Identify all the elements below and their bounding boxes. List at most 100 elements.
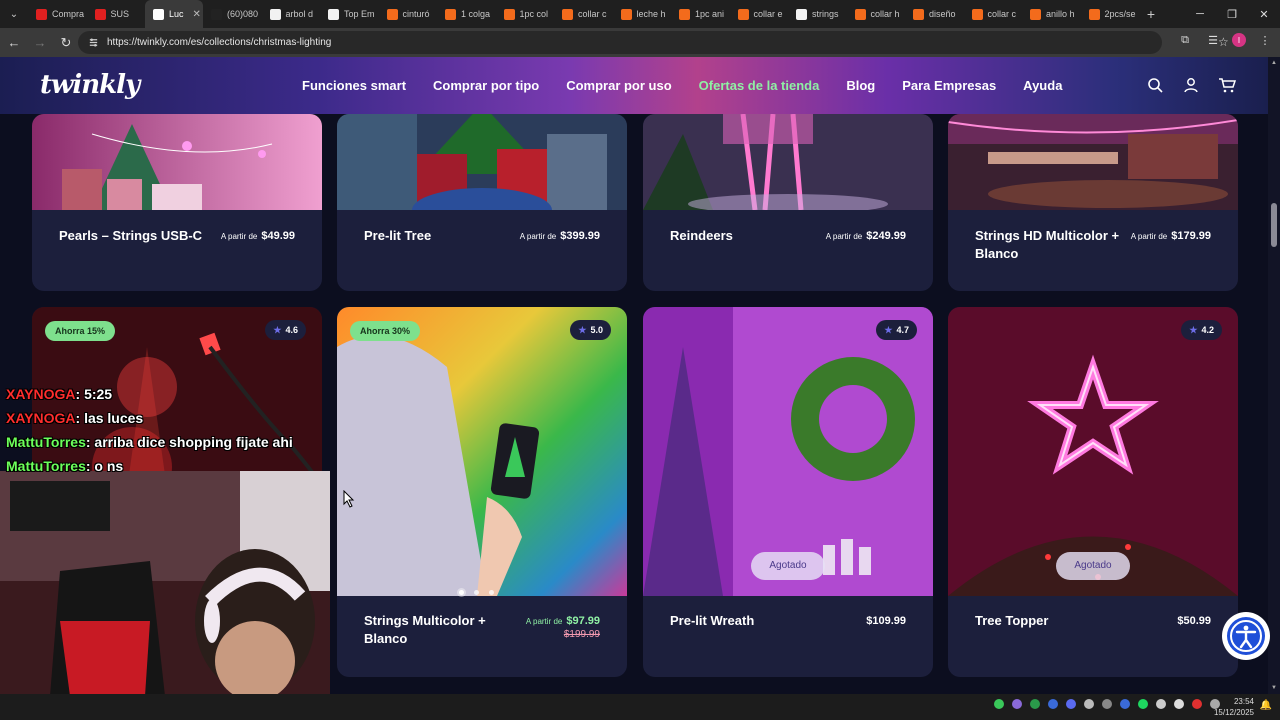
nav-store-offers[interactable]: Ofertas de la tienda <box>699 78 820 93</box>
browser-tab[interactable]: leche h <box>613 0 672 28</box>
browser-tab[interactable]: collar c <box>964 0 1023 28</box>
discount-badge: Ahorra 15% <box>45 321 116 341</box>
back-button[interactable]: ← <box>2 31 26 55</box>
original-price: $199.99 <box>563 629 600 640</box>
profile-avatar[interactable]: I <box>1232 33 1246 47</box>
notification-bell-icon[interactable]: 🔔 <box>1260 700 1272 711</box>
browser-tab[interactable]: 1 colga <box>437 0 496 28</box>
tab-title: arbol d <box>285 9 314 19</box>
browser-tab[interactable]: Luc ✕ <box>145 0 203 28</box>
star-icon: ★ <box>1189 325 1198 335</box>
new-tab-button[interactable]: + <box>1139 6 1163 22</box>
reload-button[interactable]: ↻ <box>54 31 78 55</box>
restore-button[interactable]: ❐ <box>1216 0 1248 28</box>
scroll-down-arrow-icon[interactable]: ▼ <box>1271 685 1277 691</box>
search-icon[interactable] <box>1146 76 1164 94</box>
nav-shop-by-type[interactable]: Comprar por tipo <box>433 78 539 93</box>
product-name[interactable]: Pearls – Strings USB-C <box>59 227 209 245</box>
tab-title: Compra <box>52 9 85 19</box>
tab-title: 1pc ani <box>695 9 725 19</box>
product-card-prelit-tree[interactable]: Pre-lit Tree A partir de $399.99 <box>337 114 627 291</box>
tab-favicon-icon <box>328 8 339 20</box>
nav-business[interactable]: Para Empresas <box>902 78 996 93</box>
product-name[interactable]: Pre-lit Tree <box>364 227 431 245</box>
tab-favicon-icon <box>620 8 632 20</box>
browser-tab[interactable]: (60)080 <box>203 0 262 28</box>
microphone-icon[interactable] <box>1084 699 1094 709</box>
product-card-pearls[interactable]: Pearls – Strings USB-C A partir de $49.99 <box>32 114 322 291</box>
minimize-button[interactable]: ─ <box>1184 0 1216 28</box>
scrollbar-thumb[interactable] <box>1271 203 1277 247</box>
product-name[interactable]: Strings HD Multicolor + Blanco <box>975 227 1135 263</box>
product-name[interactable]: Strings Multicolor + Blanco <box>364 612 504 648</box>
price-value: $49.99 <box>261 230 295 242</box>
tray-app-icon[interactable] <box>1030 699 1040 709</box>
tab-search-button[interactable]: ⌄ <box>0 0 28 28</box>
tab-favicon-icon <box>913 8 924 20</box>
tray-app-icon[interactable] <box>1012 699 1022 709</box>
browser-tab[interactable]: collar h <box>847 0 906 28</box>
browser-tab[interactable]: 1pc ani <box>671 0 730 28</box>
tray-app-icon[interactable] <box>1102 699 1112 709</box>
tray-app-icon[interactable] <box>1048 699 1058 709</box>
nav-help[interactable]: Ayuda <box>1023 78 1062 93</box>
browser-tab[interactable]: cinturó <box>379 0 438 28</box>
carousel-dot[interactable] <box>489 590 494 595</box>
browser-tab[interactable]: 2pcs/se <box>1081 0 1140 28</box>
browser-tab[interactable]: 1pc col <box>496 0 555 28</box>
browser-tab[interactable]: SUS <box>87 0 146 28</box>
chat-message: XAYNOGA: las luces <box>6 406 336 430</box>
browser-tab[interactable]: Top Em <box>320 0 379 28</box>
account-icon[interactable] <box>1182 76 1200 94</box>
rating-badge: ★ 4.6 <box>265 320 306 340</box>
nav-smart-features[interactable]: Funciones smart <box>302 78 406 93</box>
chat-username: XAYNOGA <box>6 386 76 402</box>
twinkly-logo[interactable]: twinkly <box>40 70 140 100</box>
scroll-up-arrow-icon[interactable]: ▲ <box>1271 60 1277 66</box>
product-card-strings-multicolor[interactable]: Ahorra 30% ★ 5.0 Strings Multicolor + Bla… <box>337 307 627 677</box>
chat-username: MattuTorres <box>6 434 86 450</box>
browser-menu-icon[interactable]: ⋮ <box>1256 31 1274 49</box>
tray-app-icon[interactable] <box>994 699 1004 709</box>
close-tab-icon[interactable]: ✕ <box>193 9 201 20</box>
product-card-tree-topper[interactable]: ★ 4.2 Agotado Tree Topper $50.99 <box>948 307 1238 677</box>
spotify-icon[interactable] <box>1138 699 1148 709</box>
browser-tab[interactable]: Compra <box>28 0 87 28</box>
tab-title: collar e <box>753 9 783 19</box>
nav-shop-by-use[interactable]: Comprar por uso <box>566 78 671 93</box>
browser-tab[interactable]: anillo h <box>1022 0 1081 28</box>
nav-blog[interactable]: Blog <box>846 78 875 93</box>
address-bar[interactable]: https://twinkly.com/es/collections/chris… <box>78 31 1229 54</box>
volume-icon[interactable] <box>1174 699 1184 709</box>
network-icon[interactable] <box>1156 699 1166 709</box>
site-info-icon[interactable] <box>88 37 99 48</box>
extensions-icon[interactable]: ⧉ <box>1176 31 1194 49</box>
product-name[interactable]: Reindeers <box>670 227 733 245</box>
tray-app-icon[interactable] <box>1120 699 1130 709</box>
product-card-strings-hd[interactable]: Strings HD Multicolor + Blanco A partir … <box>948 114 1238 291</box>
product-name[interactable]: Tree Topper <box>975 612 1048 630</box>
tab-title: 1pc col <box>519 9 549 19</box>
carousel-dot[interactable] <box>459 590 464 595</box>
reading-list-icon[interactable]: ☰ <box>1204 31 1222 49</box>
browser-tab[interactable]: collar e <box>730 0 789 28</box>
close-window-button[interactable]: ✕ <box>1248 0 1280 28</box>
forward-button[interactable]: → <box>28 31 52 55</box>
browser-tab[interactable]: collar c <box>554 0 613 28</box>
product-card-prelit-wreath[interactable]: ★ 4.7 Agotado Pre-lit Wreath $109.99 <box>643 307 933 677</box>
discord-icon[interactable] <box>1066 699 1076 709</box>
carousel-dot[interactable] <box>474 590 479 595</box>
cart-icon[interactable] <box>1218 76 1236 94</box>
product-name[interactable]: Pre-lit Wreath <box>670 612 754 630</box>
star-icon: ★ <box>578 325 587 335</box>
tray-app-icon[interactable] <box>1192 699 1202 709</box>
product-card-reindeers[interactable]: Reindeers A partir de $249.99 <box>643 114 933 291</box>
product-image <box>948 114 1238 210</box>
system-clock[interactable]: 23:54 15/12/2025 <box>1214 696 1254 718</box>
browser-tab[interactable]: diseño <box>905 0 964 28</box>
browser-tab[interactable]: strings <box>788 0 847 28</box>
accessibility-button[interactable] <box>1222 612 1270 660</box>
tab-title: 1 colga <box>461 9 491 19</box>
page-scrollbar[interactable]: ▲ ▼ <box>1268 57 1280 694</box>
browser-tab[interactable]: arbol d <box>262 0 321 28</box>
